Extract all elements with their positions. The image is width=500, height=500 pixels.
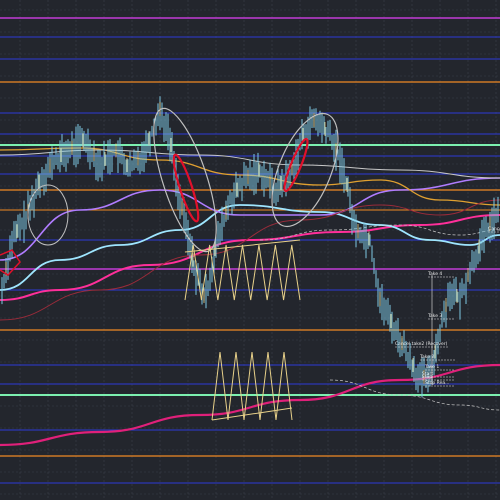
- trade-annotation-label: Cancel...: [488, 226, 500, 232]
- price-chart-svg[interactable]: Take 4Take 3Cancel.take2 (Recover)Take 2…: [0, 0, 500, 500]
- chart-background: [0, 0, 500, 500]
- trade-annotation-label: Stop: [422, 374, 432, 380]
- trade-annotation-label: Cancel.take2 (Recover): [395, 341, 448, 347]
- trade-annotation-label: Stop Rea...: [425, 380, 449, 386]
- trading-chart[interactable]: Take 4 Take 3 Cancel.take2 (Recover) Take 2…: [0, 0, 500, 500]
- trade-annotation-label: Take 3: [427, 313, 442, 319]
- trade-annotation-label: Take 4: [427, 271, 442, 277]
